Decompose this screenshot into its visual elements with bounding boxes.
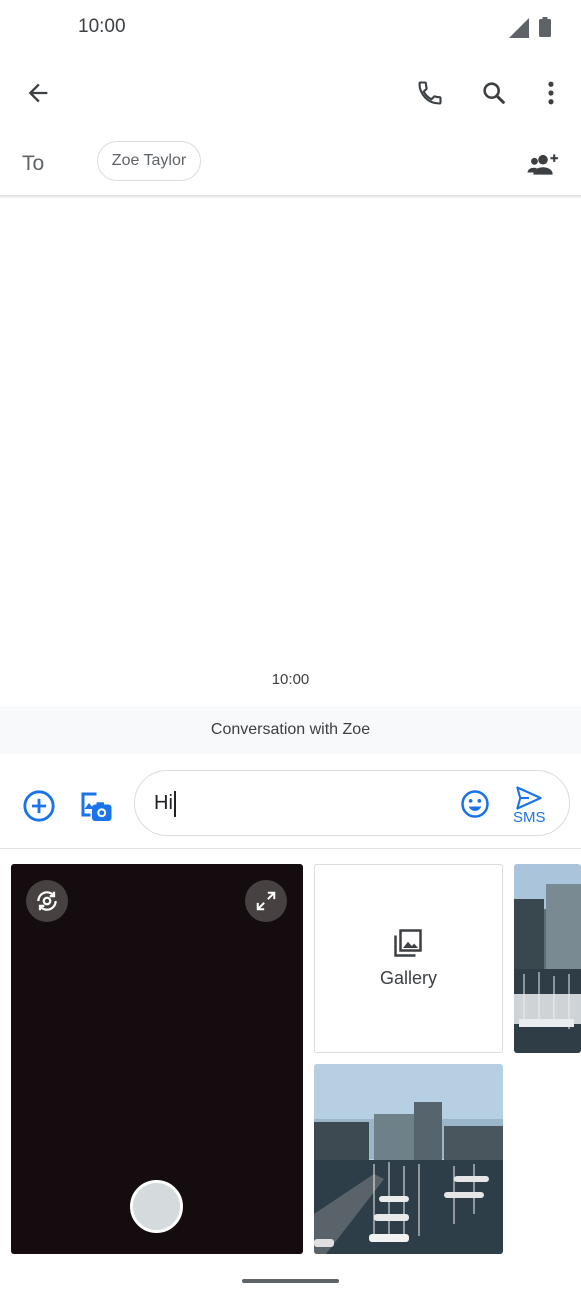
fullscreen-camera-button[interactable] bbox=[245, 880, 287, 922]
call-button[interactable] bbox=[406, 69, 454, 117]
send-icon bbox=[516, 786, 542, 810]
switch-camera-button[interactable] bbox=[26, 880, 68, 922]
search-icon bbox=[483, 82, 505, 104]
gallery-label: Gallery bbox=[379, 968, 437, 988]
signal-icon bbox=[509, 18, 529, 38]
conversation-banner: Conversation with Zoe bbox=[0, 706, 581, 754]
emoji-button[interactable] bbox=[451, 780, 499, 828]
more-vert-icon bbox=[548, 81, 554, 105]
more-options-button[interactable] bbox=[527, 69, 575, 117]
composer-divider bbox=[0, 848, 581, 849]
search-button[interactable] bbox=[470, 69, 518, 117]
camera-gallery-button[interactable] bbox=[71, 782, 119, 830]
gallery-tile[interactable] bbox=[314, 864, 503, 1053]
add-circle-icon bbox=[23, 790, 55, 822]
phone-icon bbox=[418, 81, 442, 105]
send-sms-label: SMS bbox=[513, 809, 546, 826]
add-recipient-button[interactable] bbox=[519, 140, 567, 188]
photo-camera-icon bbox=[81, 792, 112, 821]
gesture-nav-bar[interactable] bbox=[242, 1279, 339, 1283]
expand-icon bbox=[256, 891, 276, 911]
flip-camera-icon bbox=[37, 891, 57, 911]
recipient-chip[interactable]: Zoe Taylor bbox=[97, 141, 201, 181]
emoji-icon bbox=[461, 790, 489, 818]
back-button[interactable] bbox=[14, 69, 62, 117]
message-timestamp: 10:00 bbox=[271, 671, 310, 688]
text-cursor bbox=[174, 791, 176, 817]
to-label: To bbox=[22, 152, 45, 175]
photo-thumbnail[interactable] bbox=[514, 864, 581, 1053]
battery-icon bbox=[539, 17, 551, 37]
arrow-back-icon bbox=[28, 83, 48, 103]
add-attachment-button[interactable] bbox=[15, 782, 63, 830]
message-input[interactable]: Hi bbox=[154, 792, 173, 815]
photo-library-icon bbox=[394, 929, 422, 957]
add-people-icon bbox=[527, 154, 558, 175]
harbor-photo bbox=[314, 1064, 503, 1254]
marina-photo bbox=[514, 864, 581, 1053]
photo-thumbnail[interactable] bbox=[314, 1064, 503, 1254]
header-divider bbox=[0, 195, 581, 199]
shutter-button[interactable] bbox=[130, 1180, 183, 1233]
status-time: 10:00 bbox=[78, 16, 126, 37]
